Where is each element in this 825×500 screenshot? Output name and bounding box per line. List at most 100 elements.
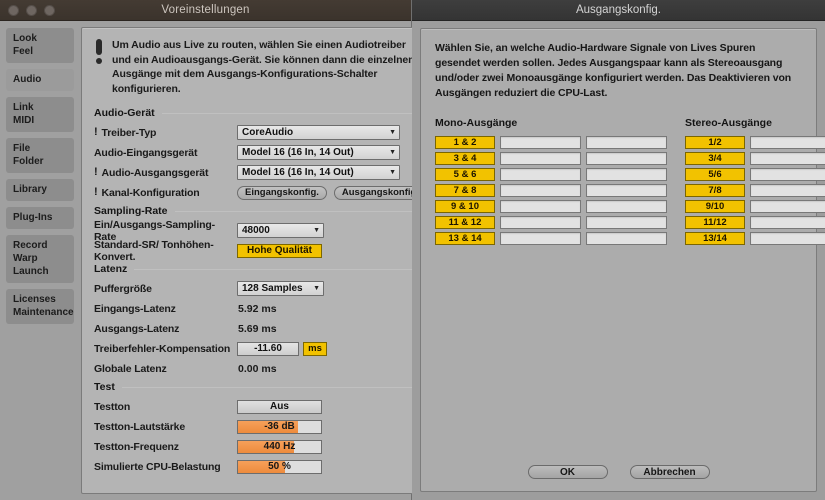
row-test-tone-volume: Testton-Lautstärke -36 dB — [92, 418, 427, 435]
stereo-channel-slot[interactable] — [750, 152, 825, 165]
stereo-channel-toggle[interactable]: 7/8 — [685, 184, 745, 197]
output-device-dropdown[interactable]: Model 16 (16 In, 14 Out) ▼ — [237, 165, 400, 180]
mono-channel-slot-left[interactable] — [500, 168, 581, 181]
stereo-channel-toggle[interactable]: 11/12 — [685, 216, 745, 229]
output-latency-label: Ausgangs-Latenz — [92, 323, 237, 335]
mono-channel-slot-right[interactable] — [586, 184, 667, 197]
mono-channel-row: 9 & 10 — [435, 200, 685, 213]
minimize-button-icon[interactable] — [26, 5, 37, 16]
test-tone-toggle[interactable]: Aus — [237, 400, 322, 414]
stereo-channel-toggle[interactable]: 1/2 — [685, 136, 745, 149]
sidebar-item-file-folder[interactable]: File Folder — [6, 138, 74, 173]
stereo-channel-slot[interactable] — [750, 216, 825, 229]
global-latency-label-text: Globale Latenz — [94, 363, 167, 375]
driver-error-unit-toggle[interactable]: ms — [303, 342, 327, 356]
section-header-sampling-rate: Sampling-Rate — [94, 205, 427, 217]
warning-marker-icon: ! — [94, 167, 98, 178]
section-header-latency: Latenz — [94, 263, 427, 275]
output-config-panel: Wählen Sie, an welche Audio-Hardware Sig… — [420, 28, 817, 492]
input-device-dropdown[interactable]: Model 16 (16 In, 14 Out) ▼ — [237, 145, 400, 160]
stereo-channel-slot[interactable] — [750, 136, 825, 149]
mono-channel-toggle[interactable]: 1 & 2 — [435, 136, 495, 149]
output-latency-label-text: Ausgangs-Latenz — [94, 323, 179, 335]
mono-channel-slot-left[interactable] — [500, 200, 581, 213]
mono-channel-slot-left[interactable] — [500, 152, 581, 165]
mono-channel-slot-left[interactable] — [500, 184, 581, 197]
mono-channel-slot-left[interactable] — [500, 232, 581, 245]
mono-channel-slot-right[interactable] — [586, 216, 667, 229]
mono-channel-slot-right[interactable] — [586, 152, 667, 165]
output-config-body: Wählen Sie, an welche Audio-Hardware Sig… — [412, 21, 825, 500]
close-button-icon[interactable] — [8, 5, 19, 16]
test-tone-frequency-slider[interactable]: 440 Hz — [237, 440, 322, 454]
mono-channel-row: 7 & 8 — [435, 184, 685, 197]
sidebar-item-record-warp-launch[interactable]: Record Warp Launch — [6, 235, 74, 283]
ok-button[interactable]: OK — [528, 465, 608, 479]
sidebar-item-label: Look — [13, 32, 67, 45]
input-config-button[interactable]: Eingangskonfig. — [237, 186, 327, 200]
section-title: Audio-Gerät — [94, 107, 155, 119]
stereo-channel-slot[interactable] — [750, 168, 825, 181]
sidebar-item-label: Folder — [13, 155, 67, 168]
stereo-channel-toggle[interactable]: 3/4 — [685, 152, 745, 165]
sidebar-item-licenses-maintenance[interactable]: Licenses Maintenance — [6, 289, 74, 324]
zoom-button-icon[interactable] — [44, 5, 55, 16]
global-latency-label: Globale Latenz — [92, 363, 237, 375]
sidebar-item-audio[interactable]: Audio — [6, 69, 74, 91]
stereo-channel-slot[interactable] — [750, 232, 825, 245]
mono-channel-toggle[interactable]: 11 & 12 — [435, 216, 495, 229]
mono-channel-slot-right[interactable] — [586, 232, 667, 245]
stereo-channel-toggle[interactable]: 13/14 — [685, 232, 745, 245]
mono-channel-toggle[interactable]: 3 & 4 — [435, 152, 495, 165]
mono-channel-slot-right[interactable] — [586, 136, 667, 149]
input-latency-label-text: Eingangs-Latenz — [94, 303, 176, 315]
input-device-value: Model 16 (16 In, 14 Out) — [242, 147, 354, 158]
sidebar-item-link-midi[interactable]: Link MIDI — [6, 97, 74, 132]
buffer-size-dropdown[interactable]: 128 Samples ▼ — [237, 281, 324, 296]
row-output-device: ! Audio-Ausgangsgerät Model 16 (16 In, 1… — [92, 164, 427, 181]
info-message-text: Um Audio aus Live zu routen, wählen Sie … — [112, 38, 427, 96]
output-config-titlebar: Ausgangskonfig. — [412, 0, 825, 21]
mono-rows-container: 1 & 2 3 & 4 5 & 6 7 & 8 9 & 10 11 & 12 13 & 14 — [435, 136, 685, 245]
section-divider — [162, 113, 427, 114]
row-channel-config: ! Kanal-Konfiguration Eingangskonfig. Au… — [92, 184, 427, 201]
sidebar-item-label: Licenses — [13, 293, 67, 306]
preferences-sidebar: Look Feel Audio Link MIDI File Folder Li… — [6, 27, 74, 494]
sidebar-item-look-feel[interactable]: Look Feel — [6, 28, 74, 63]
mono-channel-slot-right[interactable] — [586, 168, 667, 181]
stereo-channel-slot[interactable] — [750, 200, 825, 213]
cpu-load-slider[interactable]: 50 % — [237, 460, 322, 474]
sidebar-item-plugins[interactable]: Plug-Ins — [6, 207, 74, 229]
global-latency-value: 0.00 ms — [237, 363, 277, 375]
io-sampling-rate-dropdown[interactable]: 48000 ▼ — [237, 223, 324, 238]
window-traffic-lights[interactable] — [8, 5, 55, 16]
mono-channel-toggle[interactable]: 5 & 6 — [435, 168, 495, 181]
mono-channel-slot-right[interactable] — [586, 200, 667, 213]
driver-error-label-text: Treiberfehler-Kompensation — [94, 343, 230, 355]
sr-conversion-toggle[interactable]: Hohe Qualität — [237, 244, 322, 258]
test-tone-volume-slider[interactable]: -36 dB — [237, 420, 322, 434]
stereo-channel-slot[interactable] — [750, 184, 825, 197]
row-driver-error-compensation: Treiberfehler-Kompensation -11.60 ms — [92, 340, 427, 357]
test-tone-frequency-label: Testton-Frequenz — [92, 441, 237, 453]
driver-type-label: ! Treiber-Typ — [92, 127, 237, 139]
stereo-channel-toggle[interactable]: 5/6 — [685, 168, 745, 181]
stereo-channel-toggle[interactable]: 9/10 — [685, 200, 745, 213]
sidebar-item-library[interactable]: Library — [6, 179, 74, 201]
mono-outputs-header: Mono-Ausgänge — [435, 117, 685, 129]
cancel-button[interactable]: Abbrechen — [630, 465, 710, 479]
mono-channel-toggle[interactable]: 7 & 8 — [435, 184, 495, 197]
mono-channel-row: 3 & 4 — [435, 152, 685, 165]
mono-channel-slot-left[interactable] — [500, 136, 581, 149]
cpu-load-label-text: Simulierte CPU-Belastung — [94, 461, 221, 473]
buffer-size-value: 128 Samples — [242, 283, 303, 294]
section-title: Sampling-Rate — [94, 205, 168, 217]
mono-channel-toggle[interactable]: 9 & 10 — [435, 200, 495, 213]
stereo-channel-row: 7/8 — [685, 184, 825, 197]
driver-type-dropdown[interactable]: CoreAudio ▼ — [237, 125, 400, 140]
mono-channel-toggle[interactable]: 13 & 14 — [435, 232, 495, 245]
mono-channel-slot-left[interactable] — [500, 216, 581, 229]
test-tone-label-text: Testton — [94, 401, 130, 413]
driver-error-input[interactable]: -11.60 — [237, 342, 299, 356]
buffer-size-label-text: Puffergröße — [94, 283, 152, 295]
